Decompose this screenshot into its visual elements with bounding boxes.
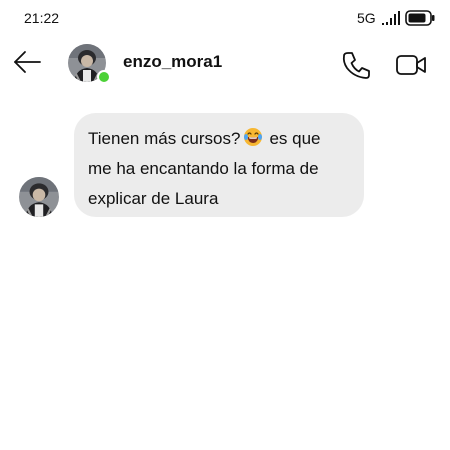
contact-username[interactable]: enzo_mora1 <box>123 52 222 72</box>
signal-bars-icon <box>382 11 400 25</box>
message-bubble[interactable]: Tienen más cursos? es que me ha encantan… <box>74 113 364 217</box>
video-camera-icon[interactable] <box>395 52 427 78</box>
avatar-photo <box>19 177 59 217</box>
chat-header: enzo_mora1 <box>0 36 450 92</box>
status-time: 21:22 <box>24 10 60 26</box>
message-text-part: Tienen más cursos? <box>88 129 241 148</box>
message-text-part: es que <box>269 129 321 148</box>
chat-screen: 21:22 5G enzo_mora1 Tienen más cursos? e… <box>0 0 450 450</box>
laughing-tears-emoji-icon <box>244 128 263 146</box>
status-bar: 21:22 5G <box>0 0 450 36</box>
message-line-3: explicar de Laura <box>88 189 219 208</box>
online-status-dot <box>97 70 111 84</box>
battery-icon <box>405 10 435 26</box>
message-line-2: me ha encantando la forma de <box>88 159 319 178</box>
message-line-1: Tienen más cursos? es que <box>88 124 350 154</box>
arrow-left-icon[interactable] <box>12 50 42 74</box>
phone-icon[interactable] <box>340 50 372 80</box>
network-type: 5G <box>357 10 376 26</box>
message-sender-avatar[interactable] <box>19 177 59 217</box>
